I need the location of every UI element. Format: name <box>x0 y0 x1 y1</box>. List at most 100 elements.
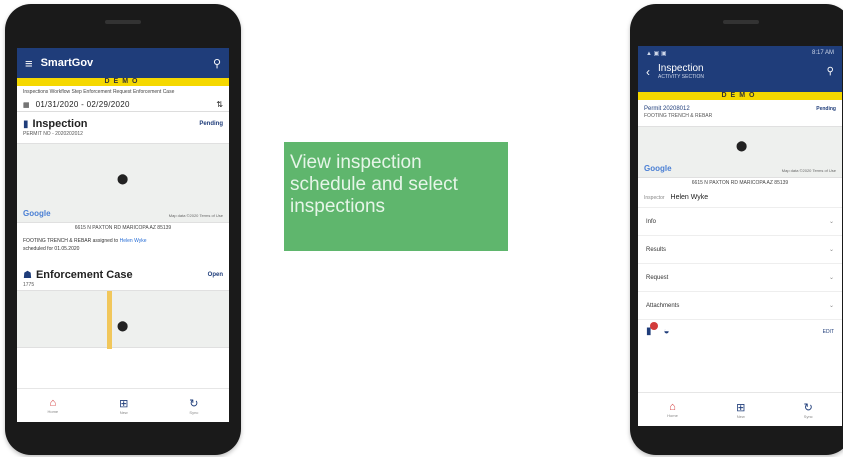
filter-icon[interactable]: ⇅ <box>216 100 223 109</box>
nav-new[interactable]: ⊞ New <box>119 397 128 415</box>
app-title: SmartGov <box>40 57 94 69</box>
map-road <box>107 291 112 349</box>
app-bar: ≡ SmartGov ⚲ <box>17 48 229 78</box>
inspection-address: 6615 N PAXTON RD MARICOPA AZ 85139 <box>691 180 789 186</box>
left-phone: ≡ SmartGov ⚲ DEMO Inspections Workflow S… <box>5 4 241 455</box>
enforcement-card-header[interactable]: ☗ Enforcement Case Open <box>17 263 229 281</box>
map-pin-icon[interactable]: ⬤ <box>117 321 128 332</box>
calendar-icon[interactable]: ▦ <box>23 101 30 109</box>
bookmark-icon[interactable]: ▮ <box>646 322 658 337</box>
inspector-row[interactable]: Inspector Helen Wyke <box>638 188 842 208</box>
nav-home[interactable]: ⌂ Home <box>47 397 58 414</box>
phone-earpiece <box>723 20 759 24</box>
page-title: Inspection <box>658 63 704 74</box>
chevron-down-icon: ⌄ <box>828 219 834 225</box>
inspector-name: Helen Wyke <box>670 194 709 201</box>
right-phone-screen: ▲ ▣ ▣ 8:17 AM ‹ Inspection ACTIVITY SECT… <box>638 46 842 426</box>
assignee-link[interactable]: Helen Wyke <box>120 238 147 244</box>
edit-button[interactable]: EDIT <box>823 329 834 335</box>
callout-box: View inspection schedule and select insp… <box>284 142 508 251</box>
app-bar: ▲ ▣ ▣ 8:17 AM ‹ Inspection ACTIVITY SECT… <box>638 46 842 92</box>
status-time: 8:17 AM <box>811 50 834 56</box>
demo-banner: DEMO <box>17 78 229 86</box>
demo-banner: DEMO <box>638 92 842 100</box>
enforcement-title: Enforcement Case <box>35 269 133 281</box>
permit-status: Pending <box>816 106 836 112</box>
bottom-nav: ⌂ Home ⊞ New ↻ Sync <box>17 388 229 422</box>
chevron-down-icon: ⌄ <box>828 247 834 253</box>
section-info[interactable]: Info ⌄ <box>638 208 842 236</box>
nav-home-label: Home <box>47 409 59 414</box>
map-pin-icon[interactable]: ⬤ <box>736 141 747 152</box>
inspection-description[interactable]: FOOTING TRENCH & REBAR assigned to Helen… <box>17 233 229 257</box>
nav-home[interactable]: ⌂ Home <box>667 401 678 418</box>
nav-sync[interactable]: ↻ Sync <box>189 397 198 415</box>
phone-earpiece <box>105 20 141 24</box>
notification-badge <box>650 322 658 330</box>
date-range-row[interactable]: ▦ 01/31/2020 - 02/29/2020 ⇅ <box>17 98 229 112</box>
people-icon: ☗ <box>23 269 32 281</box>
home-icon: ⌂ <box>49 397 57 409</box>
inspection-address: 6615 N PAXTON RD MARICOPA AZ 85139 <box>74 225 172 231</box>
section-request[interactable]: Request ⌄ <box>638 264 842 292</box>
date-range[interactable]: 01/31/2020 - 02/29/2020 <box>36 100 217 109</box>
title-block: Inspection ACTIVITY SECTION <box>658 63 827 80</box>
enforcement-number: 1775 <box>23 282 35 288</box>
enforcement-status: Open <box>207 272 223 278</box>
enforcement-map[interactable]: ⬤ <box>17 290 229 349</box>
breadcrumb[interactable]: Inspections Workflow Step Enforcement Re… <box>17 86 229 98</box>
nav-new-label: New <box>119 409 128 415</box>
map-data-credit: Map data ©2020 Terms of Use <box>781 168 836 173</box>
sync-icon: ↻ <box>189 397 199 410</box>
home-icon: ⌂ <box>669 401 676 413</box>
map-data-credit: Map data ©2020 Terms of Use <box>168 213 223 218</box>
inspector-label: Inspector <box>644 195 665 201</box>
inspection-map[interactable]: ⬤ Google Map data ©2020 Terms of Use <box>638 126 842 178</box>
search-icon[interactable]: ⚲ <box>213 57 221 70</box>
action-row: ▮ ◒ EDIT <box>638 320 842 343</box>
status-bar: ▲ ▣ ▣ 8:17 AM <box>646 50 834 57</box>
inspection-card-header[interactable]: ▮ Inspection Pending <box>17 112 229 130</box>
permit-row: Permit 20208012 Pending <box>638 100 842 112</box>
nav-sync-label: Sync <box>189 409 199 415</box>
inspection-title: Inspection <box>32 118 88 130</box>
page-subtitle: ACTIVITY SECTION <box>658 74 705 80</box>
nav-sync[interactable]: ↻ Sync <box>804 401 813 419</box>
bookmark-icon: ▮ <box>23 118 29 130</box>
plus-icon: ⊞ <box>736 401 746 414</box>
google-logo: Google <box>644 164 672 173</box>
menu-icon[interactable]: ≡ <box>25 56 33 71</box>
inspection-permit: PERMIT NO - 2020202012 <box>23 131 83 137</box>
title-row: ‹ Inspection ACTIVITY SECTION ⚲ <box>646 63 834 80</box>
description-assigned: assigned to <box>92 238 119 244</box>
inspection-map[interactable]: ⬤ Google Map data ©2020 Terms of Use <box>17 143 229 223</box>
back-arrow-icon[interactable]: ‹ <box>646 65 650 79</box>
plus-icon: ⊞ <box>119 397 129 410</box>
chevron-down-icon: ⌄ <box>828 275 834 281</box>
section-request-label: Request <box>646 274 669 281</box>
nav-new-label: New <box>736 413 745 419</box>
section-results-label: Results <box>646 246 667 253</box>
section-attachments[interactable]: Attachments ⌄ <box>638 292 842 320</box>
chevron-down-icon: ⌄ <box>828 303 834 309</box>
left-phone-screen: ≡ SmartGov ⚲ DEMO Inspections Workflow S… <box>17 48 229 422</box>
search-icon[interactable]: ⚲ <box>827 66 834 77</box>
section-info-label: Info <box>646 218 657 225</box>
right-phone: ▲ ▣ ▣ 8:17 AM ‹ Inspection ACTIVITY SECT… <box>630 4 843 455</box>
nav-sync-label: Sync <box>803 413 813 419</box>
nav-new[interactable]: ⊞ New <box>736 401 745 419</box>
google-logo: Google <box>23 209 51 218</box>
permit-description: FOOTING TRENCH & REBAR <box>644 113 713 119</box>
description-main: FOOTING TRENCH & REBAR <box>23 238 92 244</box>
nav-home-label: Home <box>667 413 678 418</box>
car-icon[interactable]: ◒ <box>664 326 670 337</box>
status-icons: ▲ ▣ ▣ <box>646 51 667 57</box>
section-attachments-label: Attachments <box>646 302 680 309</box>
permit-number: Permit 20208012 <box>644 106 690 112</box>
description-scheduled: scheduled for 01.05.2020 <box>23 246 80 252</box>
section-results[interactable]: Results ⌄ <box>638 236 842 264</box>
inspection-status: Pending <box>199 121 223 127</box>
bottom-nav: ⌂ Home ⊞ New ↻ Sync <box>638 392 842 426</box>
sync-icon: ↻ <box>803 401 813 414</box>
map-pin-icon[interactable]: ⬤ <box>117 174 128 185</box>
